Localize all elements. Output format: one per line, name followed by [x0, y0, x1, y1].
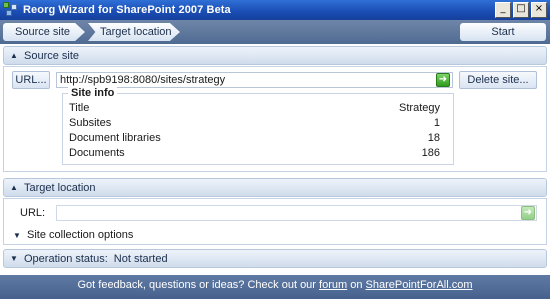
source-url-field[interactable]: http://spb9198:8080/sites/strategy — [56, 72, 453, 88]
section-title: Source site — [24, 49, 80, 62]
step-source-site[interactable]: Source site — [3, 23, 85, 41]
close-button[interactable]: × — [531, 2, 547, 18]
minimize-button[interactable]: _ — [495, 2, 511, 18]
site-collection-options-toggle[interactable]: ▼ Site collection options — [11, 228, 133, 242]
step-target-location[interactable]: Target location — [88, 23, 180, 41]
sharepointforall-link[interactable]: SharePointForAll.com — [366, 279, 473, 291]
info-value: 186 — [421, 147, 440, 159]
site-info-legend: Site info — [68, 87, 118, 99]
footer-text: on — [347, 279, 366, 291]
target-location-header[interactable]: ▲ Target location — [3, 178, 547, 197]
maximize-button[interactable]: □ — [513, 2, 529, 18]
go-arrow-icon[interactable]: ➜ — [436, 73, 450, 87]
forum-link[interactable]: forum — [319, 279, 347, 291]
info-value: 1 — [433, 117, 440, 129]
info-value: 18 — [427, 132, 440, 144]
info-label: Title — [69, 102, 90, 114]
start-button[interactable]: Start — [460, 23, 546, 41]
info-row-document-libraries: Document libraries 18 — [69, 132, 440, 146]
section-title: Target location — [24, 181, 96, 194]
info-row-title: Title Strategy — [69, 102, 440, 116]
title-bar: Reorg Wizard for SharePoint 2007 Beta _ … — [0, 0, 550, 20]
operation-status-header[interactable]: ▼ Operation status: Not started — [3, 249, 547, 268]
info-label: Document libraries — [69, 132, 161, 144]
target-url-field[interactable] — [56, 205, 537, 221]
info-row-documents: Documents 186 — [69, 147, 440, 161]
footer-text: Got feedback, questions or ideas? Check … — [77, 279, 320, 291]
info-row-subsites: Subsites 1 — [69, 117, 440, 131]
target-url-label: URL: — [20, 207, 46, 219]
feedback-footer: Got feedback, questions or ideas? Check … — [0, 275, 550, 299]
site-collection-options-label: Site collection options — [27, 229, 134, 241]
expand-arrow-icon: ▼ — [10, 254, 18, 263]
collapse-arrow-icon: ▲ — [10, 51, 18, 60]
app-icon — [3, 2, 19, 18]
delete-site-button[interactable]: Delete site... — [459, 71, 537, 89]
operation-status-label: Operation status: — [24, 252, 108, 265]
collapse-arrow-icon: ▲ — [10, 183, 18, 192]
go-arrow-icon[interactable]: ➜ — [521, 206, 535, 220]
info-label: Documents — [69, 147, 125, 159]
window-title: Reorg Wizard for SharePoint 2007 Beta — [23, 4, 231, 16]
operation-status-value: Not started — [113, 252, 168, 265]
info-label: Subsites — [69, 117, 112, 129]
url-button[interactable]: URL... — [12, 71, 50, 89]
wizard-steps-bar: Source site Target location Start — [0, 20, 550, 44]
source-site-header[interactable]: ▲ Source site — [3, 46, 547, 65]
expand-arrow-icon: ▼ — [13, 230, 21, 240]
info-value: Strategy — [399, 102, 440, 114]
